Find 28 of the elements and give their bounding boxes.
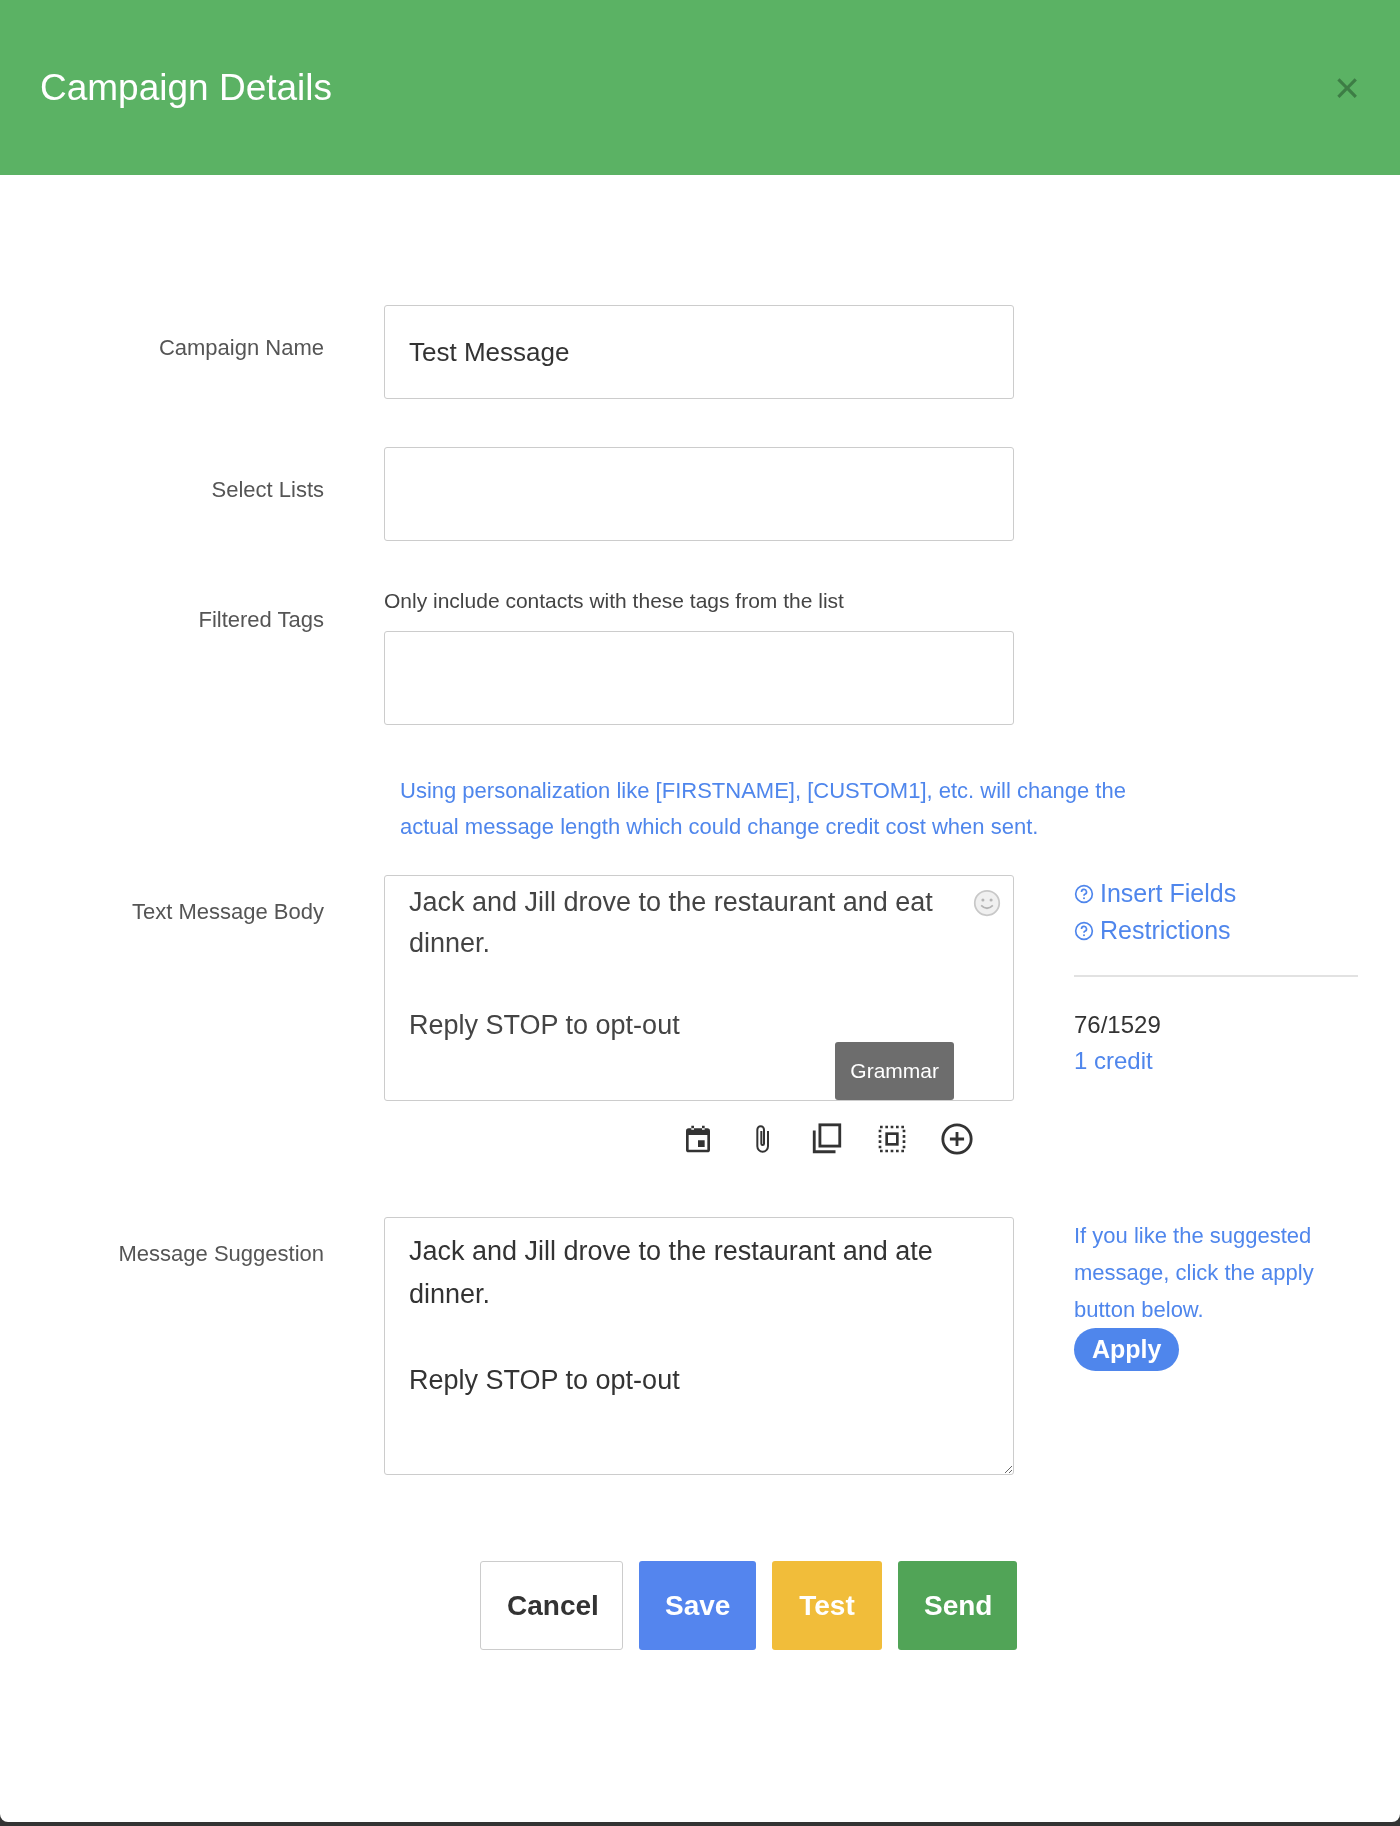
tooltip: Grammar (835, 1042, 954, 1100)
field-label: Select Lists (211, 477, 324, 502)
character-count: 76/1529 (1074, 1010, 1162, 1040)
send-button[interactable]: Send (898, 1561, 1017, 1650)
close-button[interactable]: × (1334, 65, 1360, 110)
helper-text: Only include contacts with these tags from the list (384, 589, 845, 613)
apply-button[interactable]: Apply (1074, 1328, 1180, 1371)
select-icon[interactable] (876, 1123, 908, 1155)
input-field[interactable] (384, 631, 1014, 725)
help-icon (1074, 920, 1094, 941)
add-icon[interactable] (940, 1122, 974, 1156)
hint-text: If you like the suggested message, click the apply button below. (1074, 1222, 1315, 1324)
suggestion-textarea[interactable]: Jack and Jill drove to the restaurant and ate dinner. Reply STOP to opt-out (384, 1217, 1014, 1475)
save-button[interactable]: Save (639, 1561, 756, 1650)
cancel-button[interactable]: Cancel (480, 1561, 623, 1650)
field-label: Text Message Body (132, 899, 324, 924)
input-field[interactable] (384, 447, 1014, 541)
help-link[interactable]: Restrictions (1074, 912, 1358, 949)
field-label: Message Suggestion (118, 1241, 324, 1266)
help-icon (1074, 883, 1094, 904)
copy-icon[interactable] (810, 1122, 844, 1156)
help-link[interactable]: Insert Fields (1074, 875, 1358, 912)
credit-count: 1 credit (1074, 1046, 1154, 1076)
field-label: Campaign Name (158, 335, 324, 360)
input-field[interactable]: Test Message (384, 305, 1014, 399)
info-text: Using personalization like [FIRSTNAME], [CUSTOM1], etc. will change the actual message length which could change credit cost when sent. (400, 777, 1127, 841)
field-label: Filtered Tags (198, 607, 324, 632)
dialog-title: Campaign Details (40, 66, 333, 109)
